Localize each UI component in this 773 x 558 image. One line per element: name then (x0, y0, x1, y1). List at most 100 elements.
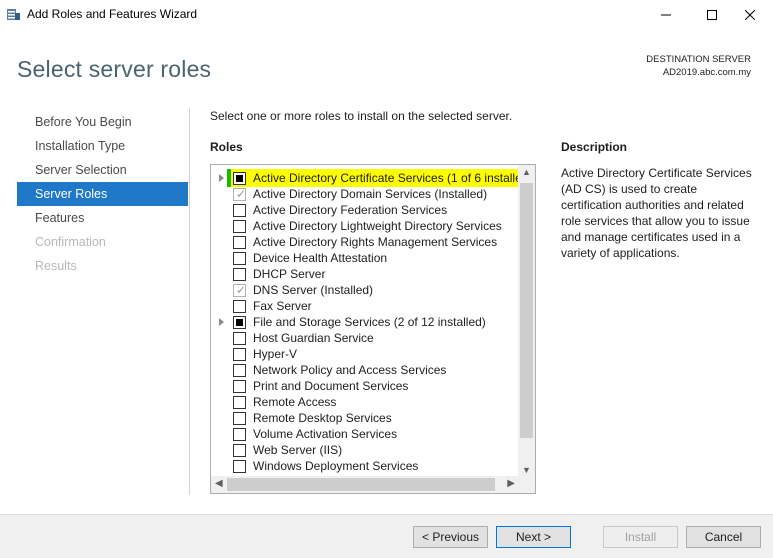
instruction-text: Select one or more roles to install on t… (210, 109, 513, 123)
role-label: DHCP Server (253, 267, 326, 281)
scroll-right-icon[interactable]: ▶ (507, 478, 515, 489)
horizontal-scrollbar[interactable]: ◀ ▶ (211, 476, 519, 493)
role-checkbox[interactable] (233, 268, 246, 281)
expand-arrow-icon[interactable] (219, 318, 224, 326)
cancel-button[interactable]: Cancel (686, 526, 761, 548)
page-title: Select server roles (17, 56, 212, 82)
nav-item-features[interactable]: Features (17, 206, 188, 230)
previous-button[interactable]: < Previous (413, 526, 488, 548)
role-row[interactable]: Device Health Attestation (211, 250, 519, 266)
role-label: Active Directory Rights Management Servi… (253, 235, 498, 249)
role-label: Network Policy and Access Services (253, 363, 447, 377)
role-label: Device Health Attestation (253, 251, 388, 265)
nav-divider (189, 108, 190, 495)
close-icon (745, 10, 755, 20)
role-row[interactable]: Windows Deployment Services (211, 458, 519, 474)
role-checkbox[interactable] (233, 428, 246, 441)
minimize-icon (661, 14, 671, 16)
role-checkbox: ✓ (233, 187, 247, 201)
role-checkbox[interactable] (233, 220, 246, 233)
minimize-button[interactable] (643, 0, 689, 30)
role-label: Hyper-V (253, 347, 298, 361)
role-row[interactable]: Remote Access (211, 394, 519, 410)
window-title: Add Roles and Features Wizard (27, 7, 198, 21)
checkmark-icon: ✓ (236, 187, 247, 201)
role-label: File and Storage Services (2 of 12 insta… (253, 315, 486, 329)
role-row[interactable]: Active Directory Federation Services (211, 202, 519, 218)
role-row[interactable]: Active Directory Rights Management Servi… (211, 234, 519, 250)
role-row[interactable]: Host Guardian Service (211, 330, 519, 346)
role-checkbox[interactable] (233, 412, 246, 425)
wizard-nav: Before You Begin Installation Type Server … (17, 110, 188, 278)
install-button[interactable]: Install (603, 526, 678, 548)
scrollbar-corner (518, 476, 535, 493)
role-row[interactable]: ✓ Active Directory Domain Services (Insta… (211, 186, 519, 202)
role-checkbox[interactable] (233, 236, 246, 249)
destination-server-value: AD2019.abc.com.my (662, 67, 751, 78)
role-row[interactable]: Active Directory Certificate Services (1… (211, 169, 533, 187)
wizard-header: Select server roles DESTINATION SERVER A… (0, 30, 773, 105)
role-label: Windows Deployment Services (253, 459, 419, 473)
maximize-icon (707, 10, 717, 20)
role-label: Remote Access (253, 395, 337, 409)
vertical-scrollbar[interactable]: ▲ ▼ (518, 165, 535, 477)
role-row[interactable]: Volume Activation Services (211, 426, 519, 442)
roles-tree[interactable]: Windows Deployment Services Web Server (I… (210, 164, 536, 494)
role-checkbox[interactable] (233, 364, 246, 377)
partial-check-icon (236, 175, 243, 182)
role-label: Web Server (IIS) (253, 443, 343, 457)
expand-arrow-icon[interactable] (219, 174, 224, 182)
role-checkbox: ✓ (233, 283, 246, 297)
role-checkbox[interactable] (233, 444, 246, 457)
role-label: DNS Server (Installed) (253, 283, 374, 297)
role-row[interactable]: ✓ DNS Server (Installed) (211, 282, 519, 298)
role-checkbox[interactable] (233, 300, 246, 313)
scroll-down-icon[interactable]: ▼ (522, 465, 531, 475)
nav-item-server-roles[interactable]: Server Roles (17, 182, 188, 206)
role-label: Volume Activation Services (253, 427, 398, 441)
close-button[interactable] (727, 0, 773, 30)
destination-server-label: DESTINATION SERVER (646, 54, 751, 65)
role-label: Host Guardian Service (253, 331, 374, 345)
role-row[interactable]: Print and Document Services (211, 378, 519, 394)
partial-check-icon (236, 319, 243, 326)
title-bar: Add Roles and Features Wizard (0, 0, 773, 30)
scroll-left-icon[interactable]: ◀ (215, 478, 223, 489)
role-checkbox[interactable] (233, 252, 246, 265)
role-label: Remote Desktop Services (253, 411, 392, 425)
role-row[interactable]: Network Policy and Access Services (211, 362, 519, 378)
scroll-up-icon[interactable]: ▲ (522, 167, 531, 177)
role-row[interactable]: Hyper-V (211, 346, 519, 362)
role-row[interactable]: DHCP Server (211, 266, 519, 282)
role-row[interactable]: File and Storage Services (2 of 12 insta… (211, 314, 519, 330)
description-text: Active Directory Certificate Services (A… (561, 166, 752, 260)
role-label: Active Directory Federation Services (253, 203, 448, 217)
server-manager-icon (7, 9, 20, 20)
role-row[interactable]: Fax Server (211, 298, 519, 314)
role-label: Active Directory Lightweight Directory S… (253, 219, 502, 233)
role-label: Active Directory Domain Services (Instal… (253, 187, 488, 201)
nav-item-server-selection[interactable]: Server Selection (17, 158, 188, 182)
vertical-scroll-thumb[interactable] (520, 183, 533, 438)
nav-item-results: Results (35, 259, 77, 273)
role-checkbox[interactable] (233, 396, 246, 409)
role-checkbox[interactable] (233, 172, 246, 185)
role-checkbox[interactable] (233, 316, 246, 329)
nav-item-before-you-begin[interactable]: Before You Begin (17, 110, 188, 134)
role-label: Active Directory Certificate Services (1… (253, 171, 522, 185)
next-button[interactable]: Next > (496, 526, 571, 548)
role-checkbox[interactable] (233, 204, 246, 217)
role-label: Fax Server (253, 299, 312, 313)
role-row[interactable]: Remote Desktop Services (211, 410, 519, 426)
horizontal-scroll-thumb[interactable] (227, 478, 495, 491)
role-checkbox[interactable] (233, 380, 246, 393)
nav-item-confirmation: Confirmation (35, 235, 106, 249)
role-row[interactable]: Web Server (IIS) (211, 442, 519, 458)
nav-item-installation-type[interactable]: Installation Type (17, 134, 188, 158)
description-heading: Description (561, 140, 628, 154)
role-row[interactable]: Active Directory Lightweight Directory S… (211, 218, 519, 234)
role-checkbox[interactable] (233, 348, 246, 361)
role-checkbox[interactable] (233, 332, 246, 345)
role-checkbox[interactable] (233, 460, 246, 473)
wizard-footer: < Previous Next > Install Cancel (0, 514, 773, 558)
